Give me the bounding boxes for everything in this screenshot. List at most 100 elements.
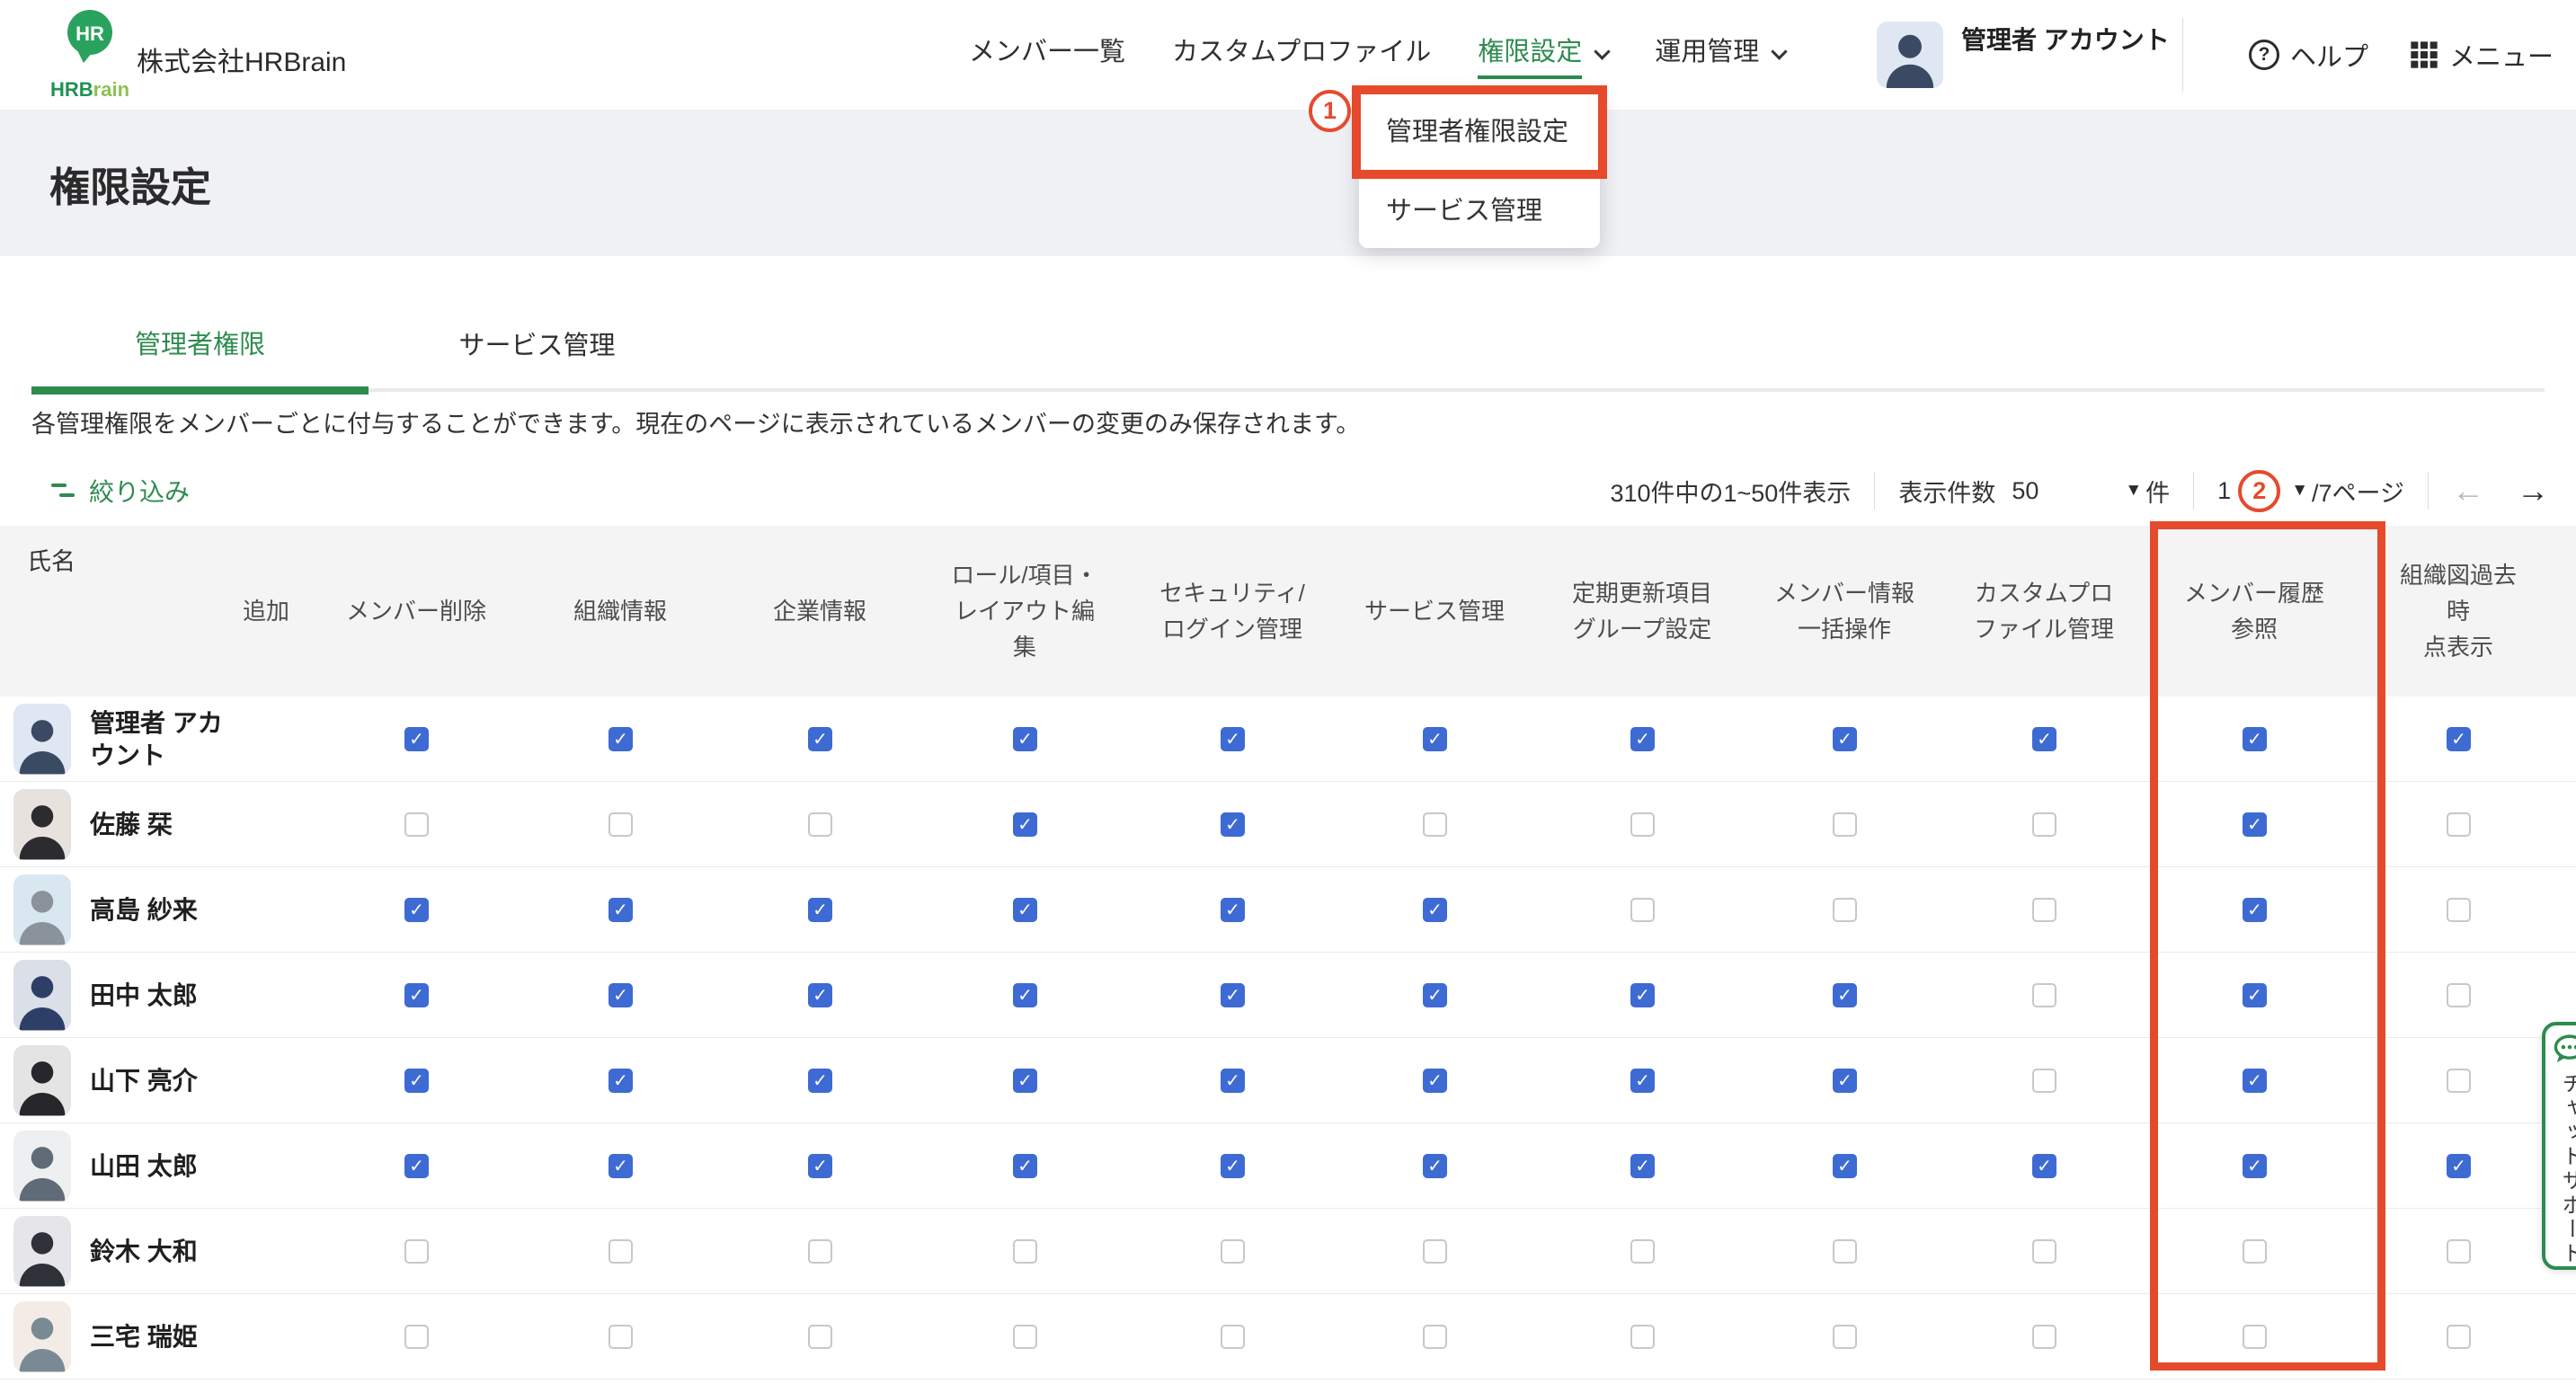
permission-checkbox[interactable]: ✓ [2032,1154,2056,1178]
permission-checkbox[interactable] [2447,983,2471,1007]
permission-checkbox[interactable] [1221,1325,1245,1349]
permission-checkbox[interactable] [1013,1239,1037,1264]
permission-checkbox[interactable]: ✓ [808,983,832,1007]
permission-checkbox[interactable] [2447,898,2471,922]
permission-checkbox[interactable]: ✓ [608,898,633,922]
nav-member-list[interactable]: メンバー一覧 [969,31,1125,79]
permission-checkbox[interactable]: ✓ [1013,1154,1037,1178]
next-page-button[interactable]: → [2517,475,2549,507]
permission-checkbox[interactable]: ✓ [1013,812,1037,837]
permission-checkbox[interactable]: ✓ [808,1154,832,1178]
permission-checkbox[interactable]: ✓ [1423,727,1447,751]
permission-checkbox[interactable]: ✓ [2243,1154,2267,1178]
permission-checkbox[interactable]: ✓ [404,1069,429,1093]
menu-button[interactable]: メニュー [2410,36,2554,74]
per-page-dropdown-arrow[interactable]: ▼ [2125,481,2142,501]
permission-checkbox[interactable]: ✓ [2243,812,2267,837]
permission-checkbox[interactable]: ✓ [1833,983,1857,1007]
nav-permission-settings[interactable]: 権限設定 [1478,31,1608,79]
permission-checkbox[interactable]: ✓ [808,727,832,751]
user-account[interactable]: 管理者 アカウント [1877,22,2175,88]
permission-checkbox[interactable]: ✓ [1630,983,1655,1007]
permission-checkbox[interactable] [404,1325,429,1349]
permission-checkbox[interactable]: ✓ [2447,1154,2471,1178]
chat-support-button[interactable]: チャットサポート [2542,1022,2576,1270]
permission-checkbox[interactable]: ✓ [1423,1154,1447,1178]
permission-checkbox[interactable]: ✓ [404,898,429,922]
permission-checkbox[interactable]: ✓ [2447,727,2471,751]
page-dropdown-arrow[interactable]: ▼ [2291,481,2308,501]
permission-checkbox[interactable] [1833,898,1857,922]
permission-checkbox[interactable]: ✓ [608,727,633,751]
permission-checkbox[interactable]: ✓ [1630,1069,1655,1093]
help-button[interactable]: ? ヘルプ [2249,36,2368,74]
permission-checkbox[interactable]: ✓ [1423,898,1447,922]
filter-button[interactable]: 絞り込み [31,473,190,509]
permission-checkbox[interactable] [1630,812,1655,837]
permission-checkbox[interactable] [404,1239,429,1264]
menu-item-service-management[interactable]: サービス管理 [1359,169,1600,248]
permission-checkbox[interactable]: ✓ [1423,983,1447,1007]
permission-checkbox[interactable]: ✓ [2032,727,2056,751]
permission-checkbox[interactable] [2032,898,2056,922]
permission-checkbox[interactable]: ✓ [2243,1069,2267,1093]
permission-checkbox[interactable]: ✓ [808,898,832,922]
permission-checkbox[interactable]: ✓ [1013,983,1037,1007]
permission-checkbox[interactable] [808,1325,832,1349]
permission-checkbox[interactable]: ✓ [2243,727,2267,751]
permission-checkbox[interactable] [404,812,429,837]
permission-checkbox[interactable]: ✓ [1221,727,1245,751]
permission-checkbox[interactable]: ✓ [1833,1154,1857,1178]
permission-checkbox[interactable] [1013,1325,1037,1349]
permission-checkbox[interactable]: ✓ [1221,812,1245,837]
permission-checkbox[interactable]: ✓ [1013,727,1037,751]
permission-checkbox[interactable]: ✓ [1833,727,1857,751]
tab-service-management[interactable]: サービス管理 [369,298,706,388]
permission-checkbox[interactable]: ✓ [1013,898,1037,922]
permission-checkbox[interactable] [808,812,832,837]
permission-checkbox[interactable] [2447,1069,2471,1093]
permission-checkbox[interactable] [2447,812,2471,837]
permission-checkbox[interactable]: ✓ [1630,1154,1655,1178]
nav-operation-management[interactable]: 運用管理 [1655,31,1785,79]
permission-checkbox[interactable] [2243,1325,2267,1349]
permission-checkbox[interactable]: ✓ [608,1154,633,1178]
permission-checkbox[interactable]: ✓ [404,983,429,1007]
permission-checkbox[interactable]: ✓ [404,727,429,751]
permission-checkbox[interactable] [1833,812,1857,837]
permission-checkbox[interactable] [2447,1239,2471,1264]
permission-checkbox[interactable]: ✓ [1423,1069,1447,1093]
permission-checkbox[interactable]: ✓ [608,1069,633,1093]
permission-checkbox[interactable]: ✓ [808,1069,832,1093]
prev-page-button[interactable]: ← [2452,475,2484,507]
permission-checkbox[interactable] [1423,1325,1447,1349]
permission-checkbox[interactable] [808,1239,832,1264]
permission-checkbox[interactable]: ✓ [1221,1154,1245,1178]
permission-checkbox[interactable] [2032,1325,2056,1349]
tab-admin-permission[interactable]: 管理者権限 [31,298,369,395]
permission-checkbox[interactable]: ✓ [2243,898,2267,922]
nav-custom-profile[interactable]: カスタムプロファイル [1172,31,1431,79]
permission-checkbox[interactable]: ✓ [1221,983,1245,1007]
permission-checkbox[interactable] [608,1325,633,1349]
permission-checkbox[interactable]: ✓ [1013,1069,1037,1093]
permission-checkbox[interactable] [608,1239,633,1264]
permission-checkbox[interactable] [1423,1239,1447,1264]
permission-checkbox[interactable] [1630,1239,1655,1264]
permission-checkbox[interactable] [2032,1239,2056,1264]
permission-checkbox[interactable] [1221,1239,1245,1264]
permission-checkbox[interactable]: ✓ [2243,983,2267,1007]
permission-checkbox[interactable]: ✓ [404,1154,429,1178]
permission-checkbox[interactable] [2032,983,2056,1007]
permission-checkbox[interactable] [1833,1325,1857,1349]
permission-checkbox[interactable] [2032,812,2056,837]
permission-checkbox[interactable]: ✓ [608,983,633,1007]
permission-checkbox[interactable] [2243,1239,2267,1264]
permission-checkbox[interactable] [1630,1325,1655,1349]
permission-checkbox[interactable] [2447,1325,2471,1349]
permission-checkbox[interactable] [2032,1069,2056,1093]
permission-checkbox[interactable] [1630,898,1655,922]
permission-checkbox[interactable]: ✓ [1833,1069,1857,1093]
hrbrain-logo[interactable]: HR HRBrain [47,9,133,102]
permission-checkbox[interactable] [1423,812,1447,837]
